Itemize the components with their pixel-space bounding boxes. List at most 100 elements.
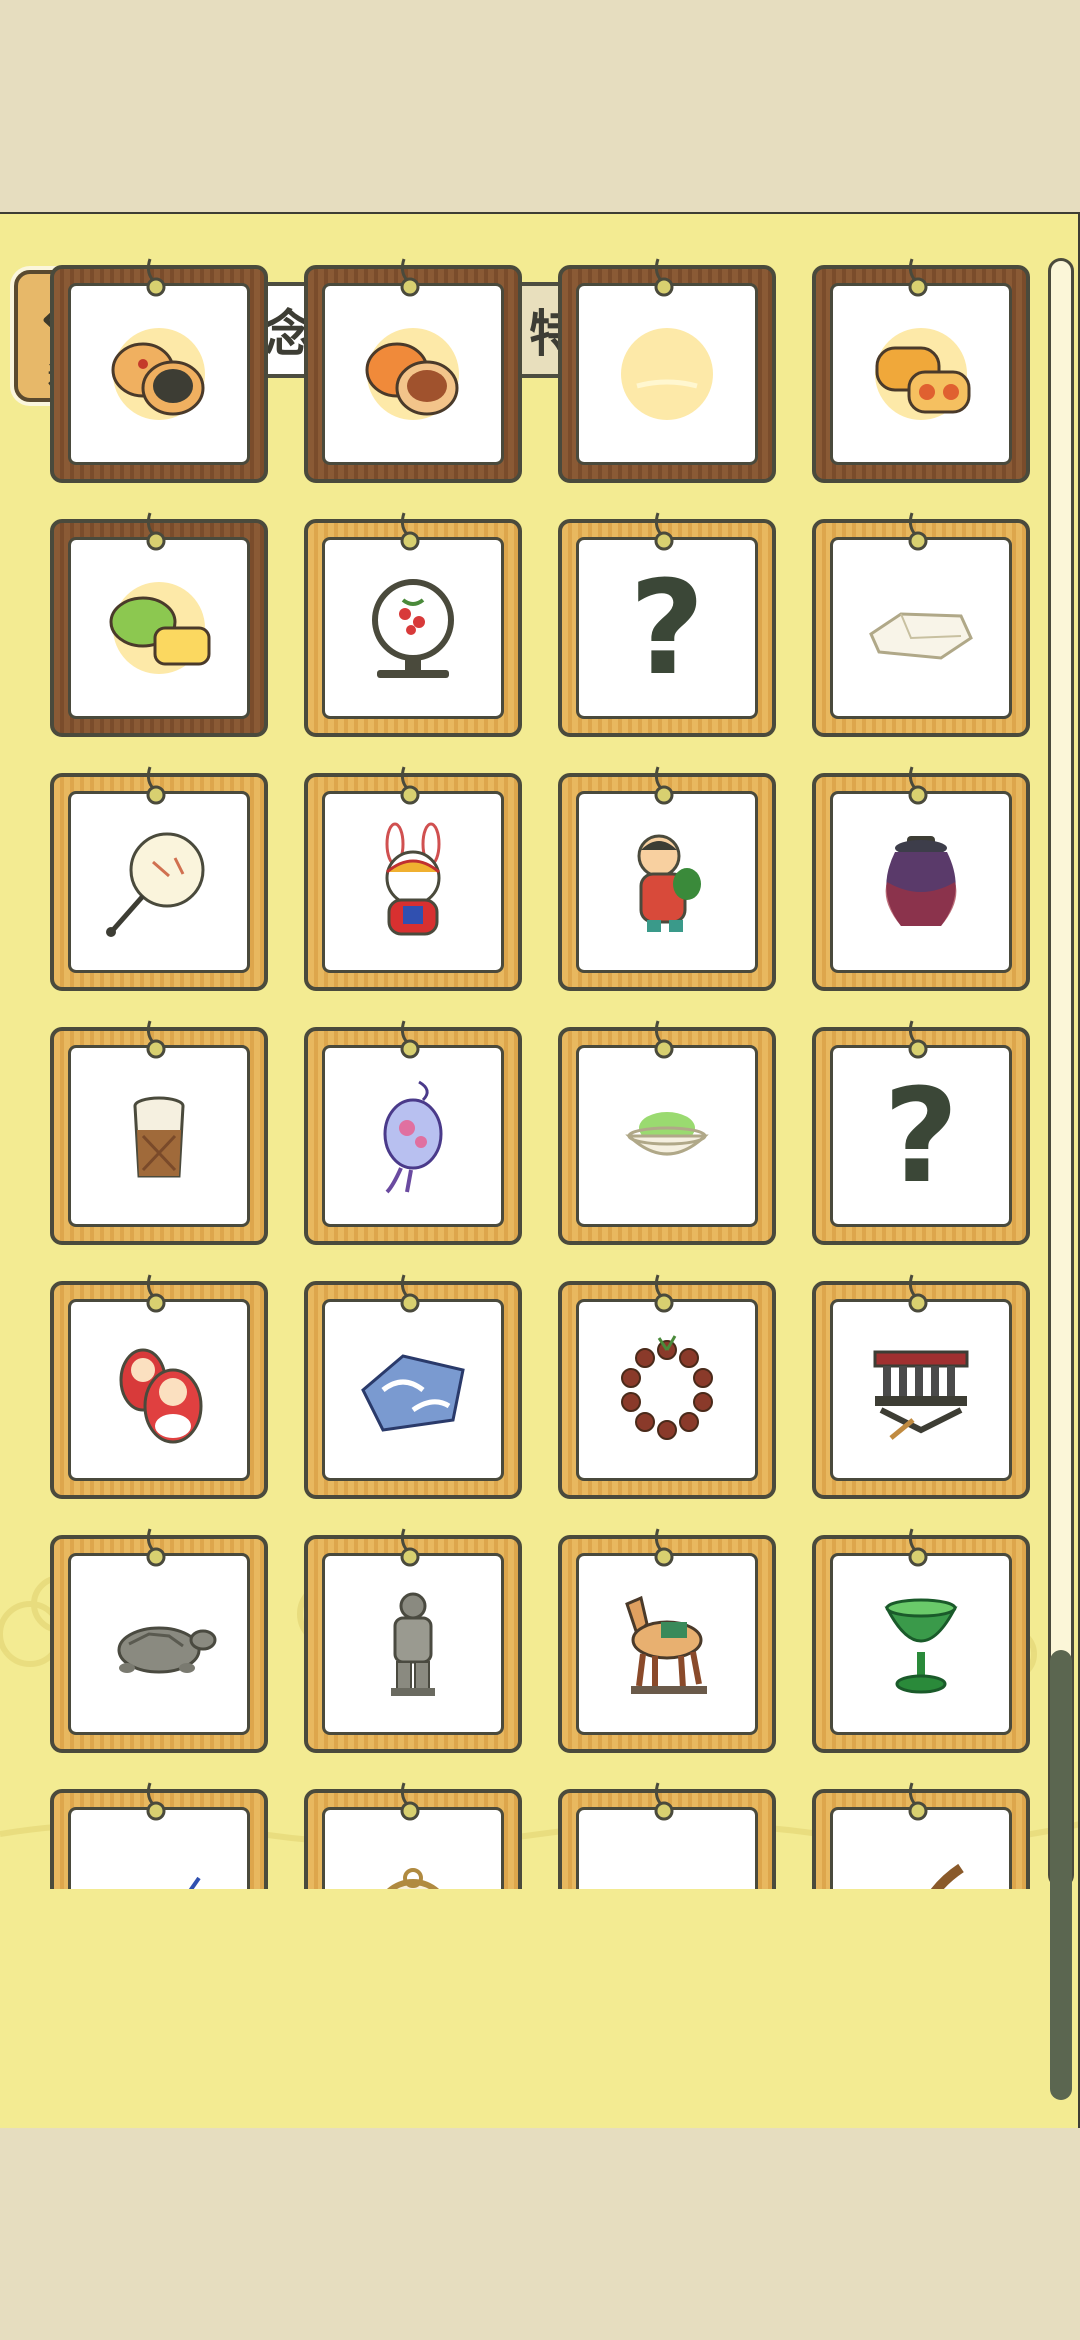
hanging-hook-icon <box>908 1020 928 1059</box>
scrollbar-track[interactable] <box>1048 258 1074 1888</box>
round-embroidery-screen-icon <box>372 579 454 678</box>
ladle-icon <box>930 1863 964 1889</box>
item-card[interactable] <box>50 1274 268 1499</box>
card-slot <box>576 1553 758 1735</box>
woven-cup-icon <box>133 1096 185 1178</box>
card-slot <box>830 1299 1012 1481</box>
mooncake-red-black-icon <box>111 328 205 420</box>
red-bus-icon <box>607 1838 727 1889</box>
hanging-hook-icon <box>908 1274 928 1313</box>
tang-horse-icon <box>625 1595 707 1694</box>
item-card[interactable] <box>50 1020 268 1245</box>
mooncake-green-icon <box>109 582 211 674</box>
item-card[interactable] <box>304 1782 522 1889</box>
scrollbar-thumb[interactable] <box>1050 1650 1072 2100</box>
hanging-hook-icon <box>400 1020 420 1059</box>
item-card[interactable] <box>50 1528 268 1753</box>
card-slot <box>830 1553 1012 1735</box>
terracotta-warrior-icon <box>391 1592 435 1696</box>
hanging-hook-icon <box>654 1020 674 1059</box>
mooncake-golden-icon <box>875 328 971 420</box>
hanging-hook-icon <box>654 1274 674 1313</box>
unknown-item-icon: ? <box>883 1060 959 1212</box>
lantern-charm-icon <box>383 1080 443 1194</box>
item-card[interactable] <box>304 512 522 737</box>
card-slot <box>322 1553 504 1735</box>
card-slot <box>68 537 250 719</box>
pocket-watch-icon <box>386 1868 440 1889</box>
hanging-hook-icon <box>400 766 420 805</box>
hanging-hook-icon <box>400 1782 420 1821</box>
hanging-hook-icon <box>146 766 166 805</box>
hanging-hook-icon <box>146 1782 166 1821</box>
item-card[interactable] <box>50 258 268 483</box>
hanging-hook-icon <box>146 512 166 551</box>
hanging-hook-icon <box>654 1528 674 1567</box>
card-slot: ? <box>576 537 758 719</box>
hanging-hook-icon <box>146 1274 166 1313</box>
item-card[interactable] <box>304 1274 522 1499</box>
item-card[interactable] <box>304 1528 522 1753</box>
card-slot <box>322 1045 504 1227</box>
item-card[interactable] <box>50 766 268 991</box>
card-slot <box>68 283 250 465</box>
rabbit-figurine-icon <box>385 822 441 936</box>
card-slot <box>322 791 504 973</box>
item-card[interactable] <box>812 1274 1030 1499</box>
item-card[interactable] <box>558 1528 776 1753</box>
card-slot <box>68 1553 250 1735</box>
item-card[interactable] <box>812 1782 1030 1889</box>
matcha-bowl-icon <box>625 1112 709 1156</box>
item-card[interactable] <box>50 512 268 737</box>
item-card[interactable] <box>558 1274 776 1499</box>
card-slot <box>830 791 1012 973</box>
card-slot <box>68 791 250 973</box>
silk-cloth-icon <box>869 612 973 660</box>
hanging-hook-icon <box>654 766 674 805</box>
prayer-beads-icon <box>621 1335 713 1440</box>
hanging-hook-icon <box>400 512 420 551</box>
hanging-hook-icon <box>146 258 166 297</box>
card-slot <box>322 537 504 719</box>
hanging-hook-icon <box>146 1020 166 1059</box>
item-card[interactable] <box>558 1020 776 1245</box>
item-card[interactable] <box>812 512 1030 737</box>
round-fan-icon <box>106 832 205 937</box>
item-card[interactable] <box>558 766 776 991</box>
card-slot: ? <box>830 1045 1012 1227</box>
hanging-hook-icon <box>146 1528 166 1567</box>
hanging-hook-icon <box>654 512 674 551</box>
card-slot <box>322 1299 504 1481</box>
nesting-dolls-icon <box>119 1348 203 1444</box>
item-card[interactable] <box>304 258 522 483</box>
item-card[interactable]: ? <box>558 512 776 737</box>
card-slot <box>68 1299 250 1481</box>
item-card[interactable] <box>304 1020 522 1245</box>
moon-placeholder-icon <box>621 328 713 420</box>
item-card[interactable] <box>558 258 776 483</box>
jade-cup-icon <box>884 1598 958 1694</box>
mooncake-orange-icon <box>365 328 459 420</box>
blue-cloth-icon <box>361 1354 465 1432</box>
tassel-knot-icon <box>188 1876 201 1889</box>
hanging-hook-icon <box>400 1528 420 1567</box>
item-card[interactable]: ? <box>812 1020 1030 1245</box>
card-slot <box>322 283 504 465</box>
hanging-hook-icon <box>654 258 674 297</box>
card-slot <box>830 537 1012 719</box>
card-slot <box>576 283 758 465</box>
item-card[interactable] <box>812 1528 1030 1753</box>
hanging-hook-icon <box>400 1274 420 1313</box>
item-card[interactable] <box>50 1782 268 1889</box>
card-slot <box>830 283 1012 465</box>
item-card[interactable] <box>812 766 1030 991</box>
card-slot <box>576 1045 758 1227</box>
card-slot <box>576 791 758 973</box>
hanging-hook-icon <box>908 766 928 805</box>
item-card[interactable] <box>304 766 522 991</box>
item-card[interactable] <box>558 1782 776 1889</box>
hanging-hook-icon <box>908 1528 928 1567</box>
item-card[interactable] <box>812 258 1030 483</box>
hanging-hook-icon <box>908 1782 928 1821</box>
card-slot <box>576 1299 758 1481</box>
